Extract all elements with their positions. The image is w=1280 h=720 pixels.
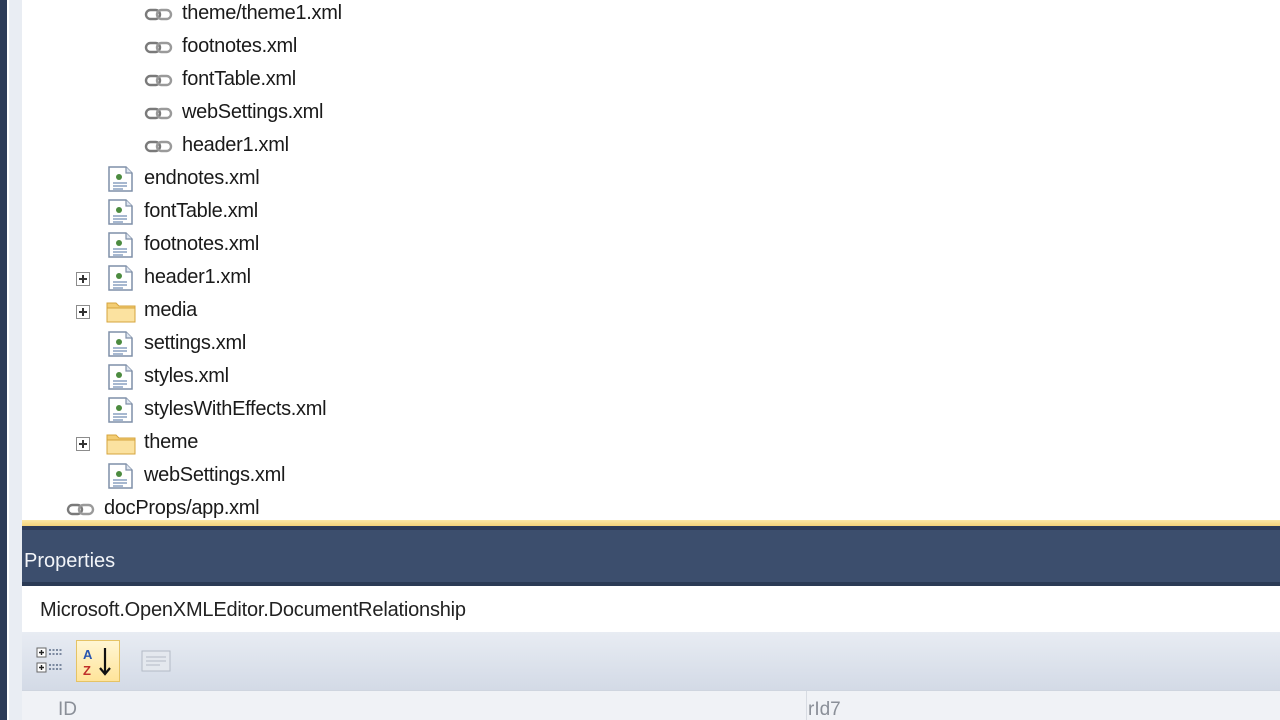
expand-button[interactable] (76, 272, 90, 286)
tree-item[interactable]: fontTable.xml (144, 63, 296, 96)
folder-icon (106, 298, 136, 324)
properties-title: Properties (22, 530, 1280, 582)
tree-item-label: settings.xml (144, 332, 246, 354)
tree-item-label: fontTable.xml (182, 68, 296, 90)
tree-item[interactable]: endnotes.xml (106, 162, 260, 195)
tree-item[interactable]: media (106, 294, 197, 327)
property-value[interactable]: rId7 (808, 699, 841, 720)
tree-item-label: theme (144, 431, 199, 453)
property-pages-button[interactable] (134, 640, 178, 682)
tree-item-label: header1.xml (182, 134, 289, 156)
categorized-icon (36, 646, 66, 681)
xml-file-icon (106, 165, 136, 192)
link-icon (144, 100, 174, 126)
tree-item[interactable]: header1.xml (144, 129, 289, 162)
property-pages-icon (141, 649, 171, 678)
tree-item-label: media (144, 299, 197, 321)
sort-az-icon: A Z (81, 645, 115, 684)
column-divider (806, 691, 807, 720)
tree-item-label: fontTable.xml (144, 200, 258, 222)
expand-button[interactable] (76, 437, 90, 451)
tree-item-label: styles.xml (144, 365, 229, 387)
splitter[interactable] (22, 520, 1280, 530)
object-selector[interactable]: Microsoft.OpenXMLEditor.DocumentRelation… (22, 586, 1280, 632)
tree-item[interactable]: footnotes.xml (106, 228, 259, 261)
svg-text:A: A (83, 647, 93, 662)
tree-item[interactable]: footnotes.xml (144, 30, 297, 63)
xml-file-icon (106, 462, 136, 489)
tree-item-label: footnotes.xml (182, 35, 298, 57)
tree-item-label: footnotes.xml (144, 233, 260, 255)
tree-item-label: docProps/app.xml (104, 497, 260, 519)
tree-item[interactable]: webSettings.xml (144, 96, 323, 129)
tree-item[interactable]: header1.xml (106, 261, 251, 294)
xml-file-icon (106, 264, 136, 291)
tree-item[interactable]: theme (106, 426, 198, 459)
package-tree[interactable]: theme/theme1.xml footnotes.xml fontTable… (22, 0, 1280, 520)
link-icon (144, 1, 174, 27)
categorized-button[interactable] (28, 640, 72, 682)
xml-file-icon (106, 330, 136, 357)
tree-item[interactable]: fontTable.xml (106, 195, 258, 228)
tree-item[interactable]: theme/theme1.xml (144, 0, 342, 30)
tree-item-label: webSettings.xml (182, 101, 324, 123)
tree-item[interactable]: settings.xml (106, 327, 246, 360)
xml-file-icon (106, 231, 136, 258)
tree-item-label: theme/theme1.xml (182, 2, 342, 24)
expand-button[interactable] (76, 305, 90, 319)
xml-file-icon (106, 396, 136, 423)
property-name: ID (58, 699, 77, 720)
tree-item-label: header1.xml (144, 266, 251, 288)
tree-item-label: endnotes.xml (144, 167, 260, 189)
xml-file-icon (106, 198, 136, 225)
link-icon (144, 133, 174, 159)
alphabetical-button[interactable]: A Z (76, 640, 120, 682)
link-icon (66, 496, 96, 522)
tree-item[interactable]: styles.xml (106, 360, 229, 393)
tree-item-label: stylesWithEffects.xml (144, 398, 327, 420)
folder-icon (106, 430, 136, 456)
link-icon (144, 34, 174, 60)
xml-file-icon (106, 363, 136, 390)
tree-item[interactable]: webSettings.xml (106, 459, 285, 492)
property-grid[interactable]: ID rId7 (22, 690, 1280, 720)
properties-toolbar: A Z (22, 632, 1280, 690)
link-icon (144, 67, 174, 93)
window-frame (0, 0, 22, 720)
svg-text:Z: Z (83, 663, 91, 678)
tree-item-label: webSettings.xml (144, 464, 286, 486)
tree-item[interactable]: stylesWithEffects.xml (106, 393, 327, 426)
